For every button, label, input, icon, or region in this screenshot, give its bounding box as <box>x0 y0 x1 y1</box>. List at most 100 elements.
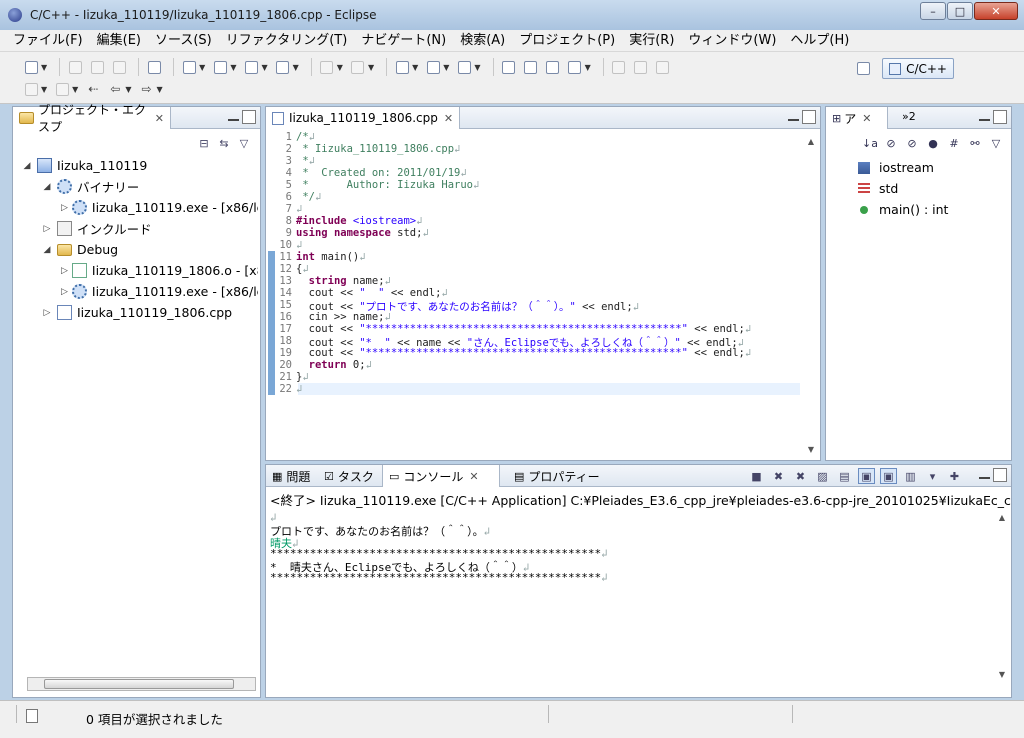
tab-properties[interactable]: ▤ プロパティー <box>508 465 606 487</box>
forward-icon[interactable]: ⇨ <box>137 80 155 98</box>
terminate-icon[interactable]: ■ <box>748 468 765 484</box>
tree-item-binaries[interactable]: ◢ バイナリー <box>21 176 258 197</box>
menu-source[interactable]: ソース(S) <box>148 31 219 51</box>
tab-project-explorer[interactable]: プロジェクト・エクスプ ✕ <box>13 103 171 134</box>
menu-navigate[interactable]: ナビゲート(N) <box>354 31 453 51</box>
last-edit-icon[interactable]: ⇠ <box>84 80 102 98</box>
menu-project[interactable]: プロジェクト(P) <box>512 31 622 51</box>
dropdown-icon[interactable]: ▼ <box>585 63 591 72</box>
more-tabs-chevron[interactable]: »2 <box>902 110 916 123</box>
minimize-view-icon[interactable] <box>228 112 239 121</box>
new-class-icon[interactable] <box>274 58 292 76</box>
open-element-icon[interactable] <box>522 58 540 76</box>
tree-item-debug[interactable]: ◢ Debug <box>21 239 258 260</box>
scroll-down-icon[interactable]: ▼ <box>804 445 818 454</box>
code-line[interactable]: 9 using namespace std;↲ <box>268 227 429 239</box>
hide-macros-icon[interactable]: # <box>945 135 963 151</box>
dropdown-icon[interactable]: ▼ <box>337 63 343 72</box>
code-line[interactable]: 15 cout << "プロトです、あなたのお名前は？（＾＾）。" << end… <box>268 299 639 313</box>
print-icon[interactable] <box>110 58 128 76</box>
search-flashlight-icon[interactable] <box>566 58 584 76</box>
console-vertical-scrollbar[interactable]: ▲ ▼ <box>995 513 1009 679</box>
maximize-view-icon[interactable] <box>242 110 256 124</box>
scroll-up-icon[interactable]: ▲ <box>804 137 818 146</box>
dropdown-icon[interactable]: ▼ <box>125 85 131 94</box>
minimize-view-icon[interactable] <box>979 112 990 121</box>
menu-edit[interactable]: 編集(E) <box>90 31 148 51</box>
maximize-button[interactable]: □ <box>947 2 973 20</box>
expand-icon[interactable]: ▷ <box>41 308 53 318</box>
expand-icon[interactable]: ◢ <box>21 161 33 171</box>
build-hammer-icon[interactable] <box>318 58 336 76</box>
close-icon[interactable]: ✕ <box>469 470 478 483</box>
close-icon[interactable]: ✕ <box>444 112 453 125</box>
prev-annotation-icon[interactable] <box>53 80 71 98</box>
code-editor[interactable]: 1/*↲ 2 * Iizuka_110119_1806.cpp↲ 3 *↲ 4 * C… <box>268 131 800 458</box>
editor-vertical-scrollbar[interactable]: ▲ ▼ <box>804 133 818 456</box>
tab-problems[interactable]: ▦ 問題 <box>266 465 316 487</box>
code-line[interactable]: 3 *↲ <box>268 155 315 167</box>
dropdown-icon[interactable]: ▼ <box>474 63 480 72</box>
dropdown-icon[interactable]: ▼ <box>230 63 236 72</box>
maximize-view-icon[interactable] <box>993 110 1007 124</box>
code-line[interactable]: 16 cin >> name;↲ <box>268 311 391 323</box>
code-line[interactable]: 8 #include <iostream>↲ <box>268 215 423 227</box>
new-icon[interactable] <box>22 58 40 76</box>
sort-icon[interactable]: ↓a <box>861 135 879 151</box>
tree-item-cpp-file[interactable]: ▷ Iizuka_110119_1806.cpp <box>21 302 258 323</box>
link-icon[interactable]: ⚯ <box>966 135 984 151</box>
scroll-lock-icon[interactable]: ▤ <box>836 468 853 484</box>
pin-console-icon[interactable]: ▥ <box>902 468 919 484</box>
code-line[interactable]: 1 /*↲ <box>268 131 315 143</box>
tree-item-binary-exe[interactable]: ▷ Iizuka_110119.exe - [x86/le <box>21 197 258 218</box>
maximize-view-icon[interactable] <box>802 110 816 124</box>
tree-item-includes[interactable]: ▷ インクルード <box>21 218 258 239</box>
minimize-button[interactable]: – <box>920 2 946 20</box>
link-with-editor-icon[interactable]: ⇆ <box>216 135 232 151</box>
save-icon[interactable] <box>66 58 84 76</box>
code-line[interactable]: 18 cout << "* " << name << "さん、Eclipseでも… <box>268 335 744 349</box>
expand-icon[interactable]: ◢ <box>41 245 53 255</box>
code-line[interactable]: 17 cout << "****************************… <box>268 323 751 335</box>
scrollbar-thumb[interactable] <box>44 679 234 689</box>
dropdown-icon[interactable]: ▼ <box>156 85 162 94</box>
scroll-down-icon[interactable]: ▼ <box>995 670 1009 679</box>
new-source-file-icon[interactable] <box>242 58 260 76</box>
view-menu-icon[interactable]: ▽ <box>987 135 1005 151</box>
tree-item-project[interactable]: ◢ Iizuka_110119 <box>21 155 258 176</box>
new-dropdown-icon[interactable]: ▼ <box>41 63 47 72</box>
dropdown-icon[interactable]: ▼ <box>199 63 205 72</box>
explorer-horizontal-scrollbar[interactable] <box>27 677 256 691</box>
tab-editor-file[interactable]: Iizuka_110119_1806.cpp ✕ <box>266 107 460 129</box>
hide-fields-icon[interactable]: ⊘ <box>882 135 900 151</box>
dropdown-icon[interactable]: ▼ <box>443 63 449 72</box>
expand-icon[interactable]: ▷ <box>61 266 68 276</box>
pen-icon[interactable] <box>610 58 628 76</box>
code-line[interactable]: 21}↲ <box>268 371 308 383</box>
external-tools-icon[interactable] <box>455 58 473 76</box>
code-line[interactable]: 2 * Iizuka_110119_1806.cpp↲ <box>268 143 461 155</box>
code-line[interactable]: 10 ↲ <box>268 239 302 251</box>
new-source-folder-icon[interactable] <box>211 58 229 76</box>
code-line[interactable]: 19 cout << "****************************… <box>268 347 751 359</box>
menu-search[interactable]: 検索(A) <box>453 31 512 51</box>
hide-nonpublic-icon[interactable]: ● <box>924 135 942 151</box>
clear-console-icon[interactable]: ▨ <box>814 468 831 484</box>
run-icon[interactable] <box>424 58 442 76</box>
view-menu-icon[interactable]: ▽ <box>236 135 252 151</box>
hide-static-icon[interactable]: ⊘ <box>903 135 921 151</box>
target-icon[interactable] <box>349 58 367 76</box>
save-all-icon[interactable] <box>88 58 106 76</box>
dropdown-icon[interactable]: ▼ <box>293 63 299 72</box>
new-cpp-project-icon[interactable] <box>180 58 198 76</box>
remove-launch-icon[interactable]: ✖ <box>770 468 787 484</box>
console-output[interactable]: ↲ プロトです、あなたのお名前は？（＾＾）。↲ 晴夫↲ ***************… <box>270 511 991 584</box>
tab-console[interactable]: ▭ コンソール ✕ <box>382 465 500 487</box>
back-icon[interactable]: ⇦ <box>106 80 124 98</box>
minimize-view-icon[interactable] <box>788 112 799 121</box>
code-line[interactable]: 13 string name;↲ <box>268 275 391 287</box>
open-console-icon[interactable]: ✚ <box>946 468 963 484</box>
menu-window[interactable]: ウィンドウ(W) <box>681 31 783 51</box>
code-line[interactable]: 14 cout << " " << endl;↲ <box>268 287 447 299</box>
open-perspective-icon[interactable] <box>854 60 872 78</box>
